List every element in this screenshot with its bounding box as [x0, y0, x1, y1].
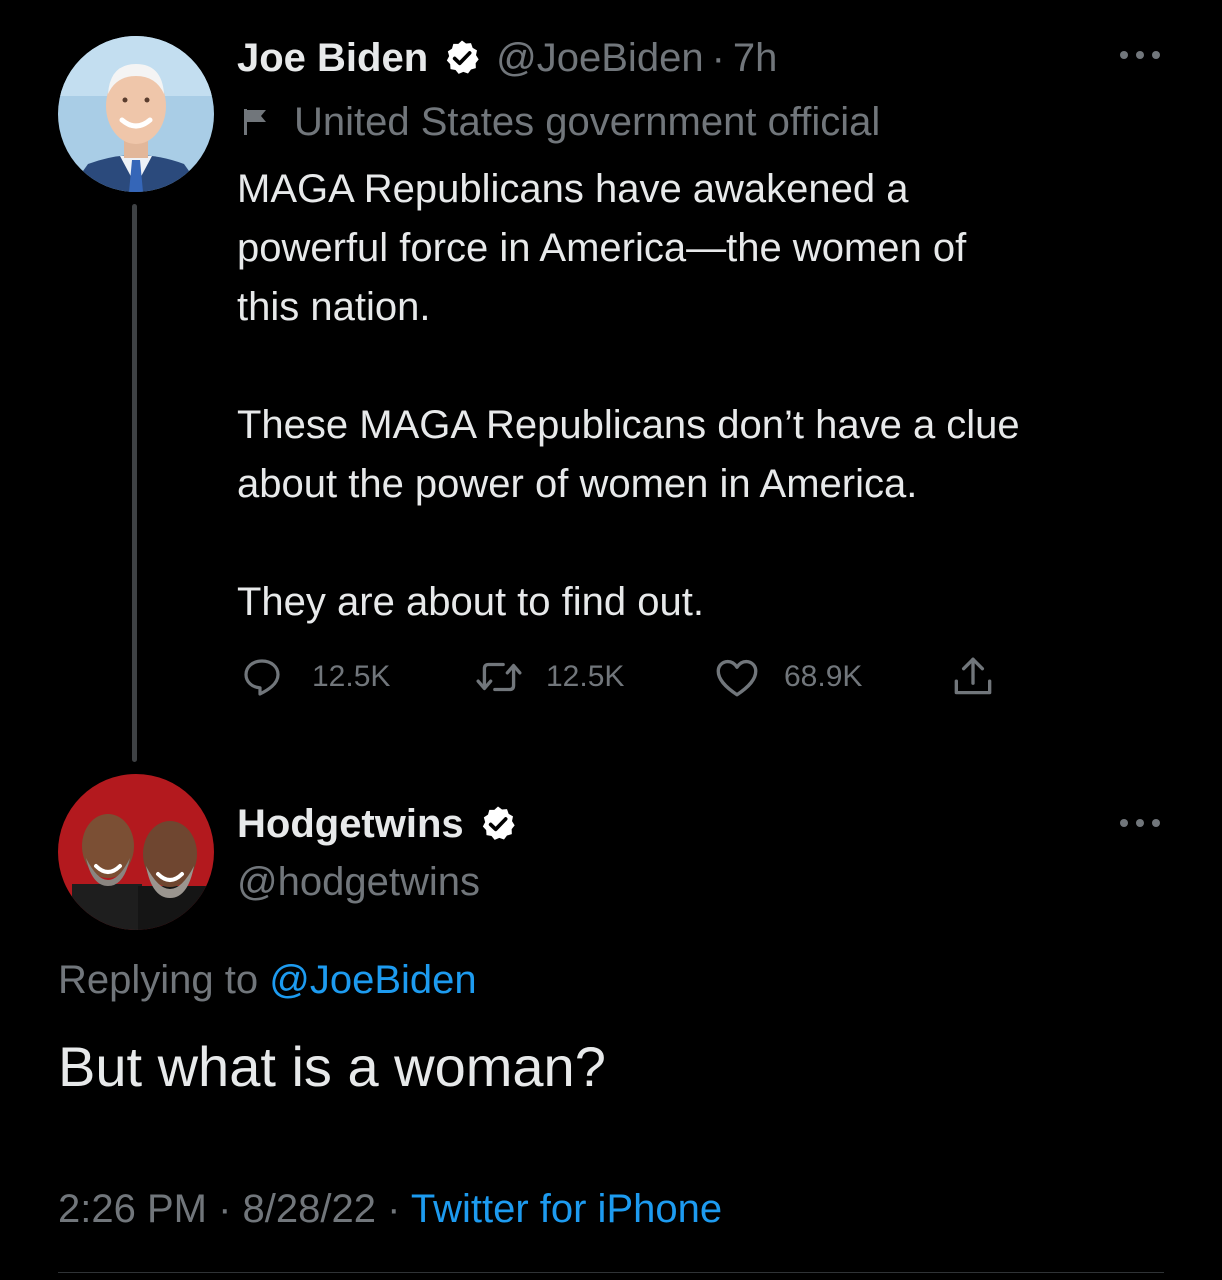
- author-avatar[interactable]: [58, 36, 214, 192]
- more-icon[interactable]: [1118, 816, 1162, 830]
- more-icon[interactable]: [1118, 48, 1162, 62]
- heart-icon: [716, 659, 758, 697]
- reply-time[interactable]: 2:26 PM: [58, 1187, 207, 1231]
- author-name[interactable]: Joe Biden: [237, 36, 428, 81]
- reply-text: But what is a woman?: [58, 1035, 606, 1098]
- tweet-text-line-6: They are about to find out.: [237, 580, 704, 624]
- tweet-text-line-5: about the power of women in America.: [237, 462, 918, 506]
- retweet-action[interactable]: 12.5K: [474, 652, 624, 702]
- reply-source-link[interactable]: Twitter for iPhone: [411, 1187, 722, 1231]
- meta-separator: ·: [218, 1187, 232, 1231]
- avatar-photo: [58, 774, 214, 930]
- tweet-text-line-4: These MAGA Republicans don’t have a clue: [237, 403, 1020, 447]
- tweet-text-line-3: this nation.: [237, 285, 431, 329]
- tweet-text-line-2: powerful force in America—the women of: [237, 226, 967, 270]
- author-handle[interactable]: @JoeBiden: [496, 36, 703, 81]
- reply-count: 12.5K: [312, 660, 391, 693]
- reply-meta: 2:26 PM · 8/28/22 · Twitter for iPhone: [58, 1184, 722, 1234]
- account-label[interactable]: United States government official: [240, 98, 880, 146]
- verified-badge-icon: [442, 38, 482, 78]
- divider: [58, 1272, 1164, 1273]
- tweet-header: Joe Biden @JoeBiden · 7h: [237, 34, 777, 82]
- reply-header: Hodgetwins: [237, 800, 518, 848]
- meta-separator: ·: [387, 1187, 401, 1231]
- replying-to-handle-link[interactable]: @JoeBiden: [269, 958, 476, 1002]
- retweet-icon: [476, 662, 522, 692]
- reply-icon: [244, 659, 280, 696]
- like-count: 68.9K: [784, 660, 863, 693]
- replying-to-line: Replying to @JoeBiden: [58, 956, 477, 1004]
- share-icon: [954, 657, 992, 695]
- tweet-text-line-1: MAGA Republicans have awakened a: [237, 167, 909, 211]
- replying-to-prefix: Replying to: [58, 958, 259, 1002]
- reply-author-avatar[interactable]: [58, 774, 214, 930]
- avatar-photo: [58, 36, 214, 192]
- account-label-text: United States government official: [294, 99, 881, 144]
- flag-icon: [240, 105, 274, 139]
- thread-connector-line: [132, 204, 137, 762]
- tweet-time-ago[interactable]: 7h: [733, 36, 778, 81]
- reply-author-handle[interactable]: @hodgetwins: [237, 858, 480, 906]
- retweet-count: 12.5K: [546, 660, 625, 693]
- reply-author-name[interactable]: Hodgetwins: [237, 802, 464, 847]
- like-action[interactable]: 68.9K: [712, 652, 862, 702]
- share-action[interactable]: [948, 652, 998, 702]
- verified-badge-icon: [478, 804, 518, 844]
- reply-action[interactable]: 12.5K: [238, 652, 390, 702]
- reply-date[interactable]: 8/28/22: [243, 1187, 376, 1231]
- header-separator: ·: [711, 35, 725, 80]
